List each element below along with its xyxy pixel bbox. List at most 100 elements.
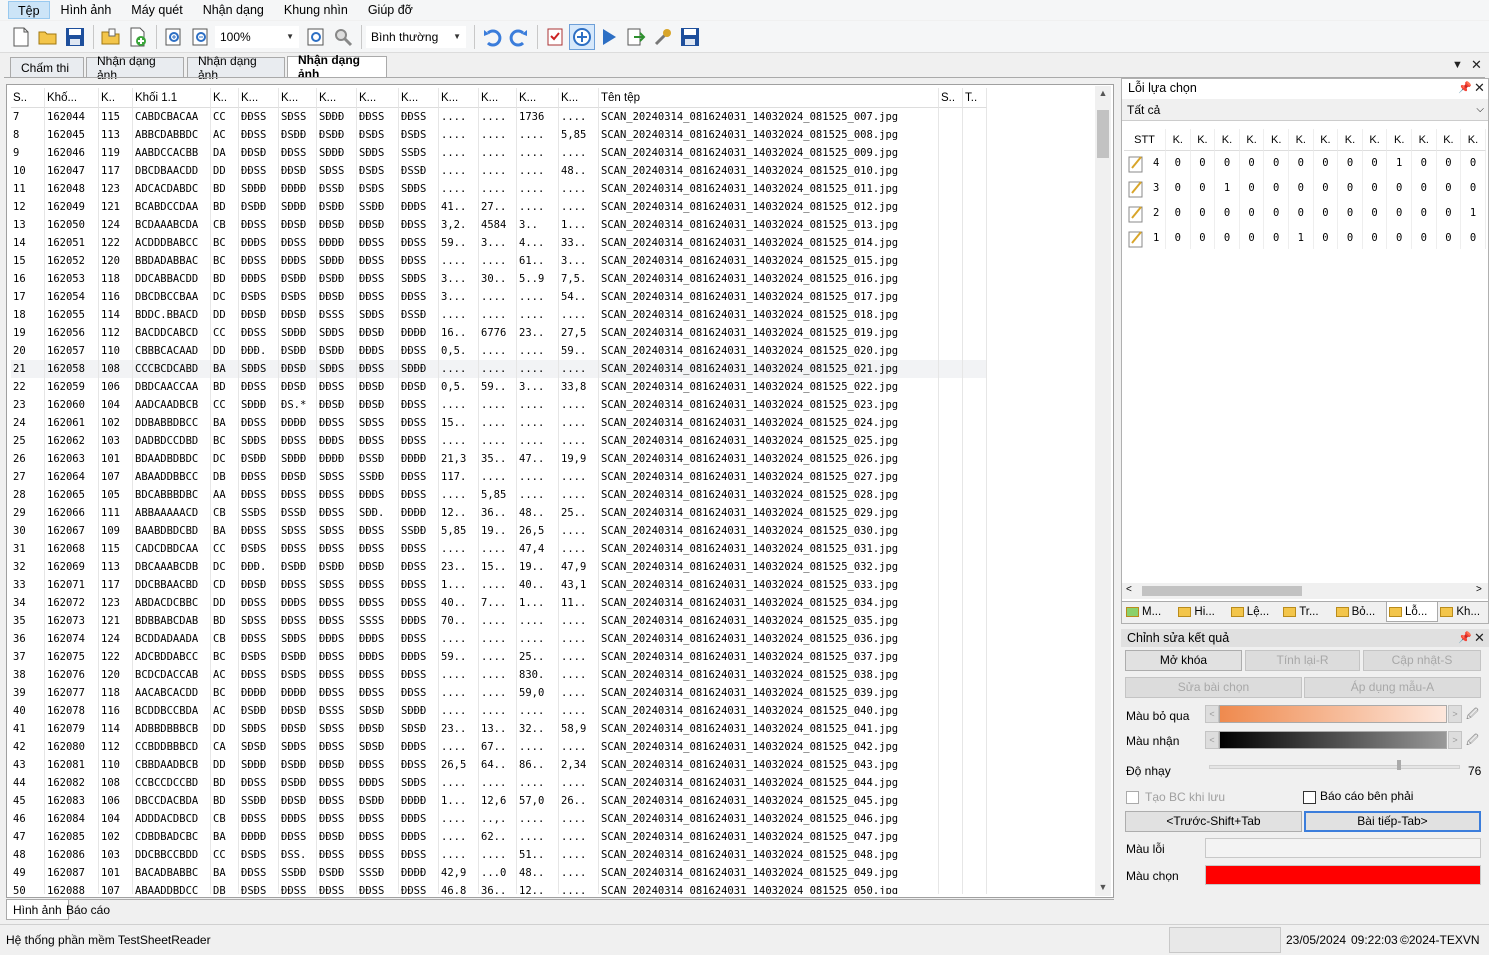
color-picker-icon[interactable]: 🖉 [1466,731,1479,752]
table-row[interactable]: 45 162083 106 DBCCDACBDA BD SSĐĐ ĐĐSĐ ĐĐSS ĐSĐĐ Đ… [11,792,1093,810]
column-header[interactable]: K.. [99,88,133,108]
table-row[interactable]: 18 162055 114 BDDC.BBACD DD ĐĐSĐ ĐĐSĐ ĐSSS SĐĐS Đ… [11,306,1093,324]
scroll-right-icon[interactable]: > [1476,584,1482,595]
table-row[interactable]: 16 162053 118 DDCABBACDD BD ĐĐĐS ĐSĐĐ ĐSĐĐ ĐĐSS S… [11,270,1093,288]
column-header[interactable]: K... [439,88,479,108]
redo-icon[interactable] [506,24,532,50]
table-row[interactable]: 44 162082 108 CCBCCDCCBD BD ĐĐSS ĐSĐĐ ĐĐSS ĐĐĐS S… [11,774,1093,792]
grid-vertical-scrollbar[interactable]: ▲ ▼ [1095,86,1111,896]
error-panel-tab[interactable]: Tr... [1281,602,1333,622]
table-row[interactable]: 35 162073 121 BDBBABCDAB BD SĐSS ĐĐSS ĐĐSS SSSS Đ… [11,612,1093,630]
tab-list-chevron-icon[interactable]: ▼ [1452,59,1463,71]
mode-combo[interactable]: Bình thường ▼ [366,25,466,48]
pin-icon[interactable]: 📌 [1458,81,1472,94]
skip-color-bar[interactable] [1219,705,1447,723]
next-button[interactable]: Bài tiếp-Tab> [1304,811,1481,832]
zoom-out-icon[interactable] [188,24,214,50]
column-header[interactable]: K. [1289,129,1314,151]
zoom-in-icon[interactable] [161,24,187,50]
error-panel-tab[interactable]: Lỗ... [1386,602,1438,622]
table-row[interactable]: 34 162072 123 ABDACDCBBC DD ĐĐSS ĐĐĐS ĐĐSS ĐĐSS Đ… [11,594,1093,612]
export-icon[interactable] [623,24,649,50]
menu-item[interactable]: Tệp [8,1,50,19]
tab-nhan-dang-anh-2[interactable]: Nhận dạng ảnh [187,54,285,82]
check-list-icon[interactable] [542,24,568,50]
table-row[interactable]: 28 162065 105 BDCABBBDBC AA ĐĐSS ĐĐSS ĐĐSS ĐĐĐS Đ… [11,486,1093,504]
selected-color-field[interactable] [1205,865,1481,885]
column-header[interactable]: Khố... [45,88,99,108]
table-row[interactable]: 49 162087 101 BACADBABBC BA ĐĐSS SSĐĐ ĐSĐĐ SSSĐ Đ… [11,864,1093,882]
create-report-checkbox[interactable] [1126,791,1139,804]
fit-page-icon[interactable] [303,24,329,50]
table-row[interactable]: 23 162060 104 AADCAADBCB CC SĐĐĐ ĐS.* ĐĐSĐ ĐĐSĐ Đ… [11,396,1093,414]
column-header[interactable]: K. [1239,129,1265,151]
edit-note-icon[interactable] [1128,179,1144,198]
undo-icon[interactable] [479,24,505,50]
table-row[interactable]: 41 162079 114 ADBBDBBBCB DD SĐĐS ĐĐSĐ SĐSS ĐĐSĐ S… [11,720,1093,738]
table-row[interactable]: 31 162068 115 CADCDBDCAA CC ĐSĐS ĐĐSS ĐĐSS ĐĐSS Đ… [11,540,1093,558]
tools-icon[interactable] [650,24,676,50]
tab-nhan-dang-anh-3[interactable]: Nhận dạng ảnh [287,53,387,81]
table-row[interactable]: 13 162050 124 BCDAAABCDA CB ĐĐSS ĐĐSĐ ĐĐSĐ ĐĐSĐ Đ… [11,216,1093,234]
sensitivity-slider-track[interactable] [1209,765,1460,769]
table-row[interactable]: 29 162066 111 ABBAAAAACD CB SSĐS ĐSSĐ ĐĐSS SĐĐ. Đ… [11,504,1093,522]
column-header[interactable]: K... [399,88,439,108]
table-row[interactable]: 17 162054 116 DBCDBCCBAA DC ĐSĐS ĐSĐS ĐĐSĐ ĐĐSS Đ… [11,288,1093,306]
tab-cham-thi[interactable]: Chấm thi [10,57,84,77]
open-folder-icon[interactable] [35,24,61,50]
edit-note-icon[interactable] [1128,204,1144,223]
table-row[interactable]: 40000000001000 [1124,151,1486,176]
column-header[interactable]: K. [1338,129,1363,151]
table-row[interactable]: 47 162085 102 CDBDBADCBC BA ĐĐĐĐ ĐĐSS ĐĐSĐ ĐĐSS Đ… [11,828,1093,846]
column-header[interactable]: T.. [963,88,987,108]
apply-template-button[interactable]: Áp dụng mẫu-A [1304,677,1481,698]
scroll-down-icon[interactable]: ▼ [1095,882,1111,892]
close-icon[interactable]: ✕ [1471,57,1482,73]
table-row[interactable]: 25 162062 103 DADBDCCDBD BC SĐĐS ĐĐSS ĐĐĐS ĐĐSS Đ… [11,432,1093,450]
table-row[interactable]: 9 162046 119 AABDCCACBB DA ĐĐSĐ ĐĐSS SĐĐĐ SĐĐS SS… [11,144,1093,162]
column-header[interactable]: K. [1190,129,1216,151]
error-grid-horizontal-scrollbar[interactable]: < > [1122,583,1488,599]
column-header[interactable]: K. [1166,129,1191,151]
column-header[interactable]: K. [1387,129,1412,151]
column-header[interactable]: Tên tệp [599,88,939,108]
table-row[interactable]: 42 162080 112 CCBDDBBBCD CA SĐSĐ SĐĐS ĐĐSS SĐSĐ Đ… [11,738,1093,756]
table-row[interactable]: 12 162049 121 BCABDCCDAA BD ĐSĐĐ SĐĐĐ ĐSĐĐ SSĐĐ Đ… [11,198,1093,216]
scroll-thumb[interactable] [1097,110,1109,158]
error-panel-tab[interactable]: Lệ... [1229,602,1281,622]
column-header[interactable]: K. [1412,129,1437,151]
column-header[interactable]: K. [1215,129,1240,151]
tab-nhan-dang-anh-1[interactable]: Nhận dạng ảnh [86,54,184,82]
error-color-field[interactable] [1205,838,1481,858]
column-header[interactable]: K... [517,88,559,108]
table-row[interactable]: 40 162078 116 BCDDBCCBDA AC ĐSĐĐ ĐĐSĐ ĐSSS SĐSĐ S… [11,702,1093,720]
table-row[interactable]: 24 162061 102 DDBABBDBCC BA ĐĐSS ĐĐĐĐ ĐĐSS SĐSS Đ… [11,414,1093,432]
unlock-button[interactable]: Mở khóa [1125,650,1242,671]
scanner-icon[interactable] [569,23,595,50]
error-panel-tab[interactable]: Bỏ... [1334,602,1386,622]
chevron-left-icon[interactable]: < [1205,705,1219,723]
edit-note-icon[interactable] [1128,154,1144,173]
table-row[interactable]: 26 162063 101 BDAADBDBDC DC ĐSĐĐ SĐĐĐ ĐĐĐĐ ĐSSĐ Đ… [11,450,1093,468]
table-row[interactable]: 8 162045 113 ABBCDABBDC AC ĐĐSS ĐSĐĐ ĐSĐĐ ĐSĐS ĐS… [11,126,1093,144]
run-icon[interactable] [596,24,622,50]
close-icon[interactable]: ✕ [1474,630,1485,646]
column-header[interactable]: K.. [211,88,239,108]
scroll-up-icon[interactable]: ▲ [1095,88,1111,98]
edit-note-icon[interactable] [1128,229,1144,248]
table-row[interactable]: 19 162056 112 BACDDCABCD CC ĐĐSS SĐĐĐ SĐĐS ĐĐSĐ Đ… [11,324,1093,342]
menu-item[interactable]: Giúp đỡ [359,1,422,19]
table-row[interactable]: 14 162051 122 ACDDDBABCC BC ĐĐĐS ĐĐSS ĐĐĐĐ ĐĐSS Đ… [11,234,1093,252]
sensitivity-slider-thumb[interactable] [1397,760,1402,770]
new-file-icon[interactable] [8,24,34,50]
column-header[interactable]: Khối 1.1 [133,88,211,108]
table-row[interactable]: 30010000000000 [1124,176,1486,201]
magnifier-icon[interactable] [330,24,356,50]
recognize-color-bar[interactable] [1219,731,1447,749]
table-row[interactable]: 27 162064 107 ABAADDBBCC DB ĐĐSS ĐĐSĐ SĐSS SSĐĐ Đ… [11,468,1093,486]
right-report-checkbox[interactable] [1303,791,1316,804]
table-row[interactable]: 32 162069 113 DBCAAABCDB DC ĐĐĐ. ĐSĐĐ ĐSĐĐ ĐĐSĐ Đ… [11,558,1093,576]
error-panel-tab[interactable]: M... [1124,602,1176,622]
table-row[interactable]: 11 162048 123 ADCACDABDC BD SĐĐĐ ĐĐĐĐ ĐSSĐ ĐSĐS S… [11,180,1093,198]
column-header[interactable]: K... [559,88,599,108]
